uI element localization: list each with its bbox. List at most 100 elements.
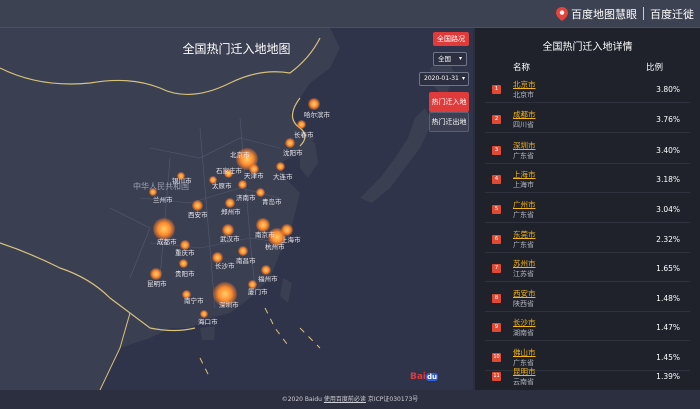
copyright-text: ©2020 Baidu bbox=[281, 396, 322, 403]
city-label: 南昌市 bbox=[236, 257, 256, 265]
city-link[interactable]: 成都市 bbox=[513, 109, 536, 120]
brand-secondary: 百度迁徙 bbox=[650, 7, 694, 21]
city-label: 长沙市 bbox=[215, 262, 235, 270]
hot-inbound-button[interactable]: 热门迁入地 bbox=[429, 92, 469, 112]
icp-text: 京ICP证030173号 bbox=[367, 396, 419, 403]
rank-badge: 5 bbox=[492, 205, 501, 214]
rank-badge: 1 bbox=[492, 85, 501, 94]
migration-map[interactable]: 全国热门迁入地地图 中华人民共和国 哈尔滨市 长春市 沈阳市 北京市 天津市 大… bbox=[0, 28, 473, 390]
table-row[interactable]: 1 北京市 北京市 3.80% bbox=[485, 77, 690, 103]
column-header-ratio: 比例 bbox=[646, 63, 664, 73]
column-header-name: 名称 bbox=[513, 63, 531, 73]
city-link[interactable]: 苏州市 bbox=[513, 258, 536, 269]
province-text: 湖南省 bbox=[513, 329, 534, 337]
rank-badge: 3 bbox=[492, 146, 501, 155]
province-text: 江苏省 bbox=[513, 270, 534, 278]
city-dot[interactable] bbox=[276, 162, 285, 171]
ratio-value: 1.47% bbox=[656, 323, 680, 332]
table-row[interactable]: 7 苏州市 江苏省 1.65% bbox=[485, 256, 690, 282]
city-dot[interactable] bbox=[179, 259, 188, 268]
rank-badge: 7 bbox=[492, 264, 501, 273]
city-label: 重庆市 bbox=[175, 249, 195, 257]
table-row[interactable]: 2 成都市 四川省 3.76% bbox=[485, 107, 690, 133]
top-bar: 百度地图慧眼 百度迁徙 bbox=[0, 0, 700, 28]
ratio-value: 1.39% bbox=[656, 372, 680, 381]
rank-badge: 8 bbox=[492, 294, 501, 303]
table-row[interactable]: 11 昆明市 云南省 1.39% bbox=[485, 364, 690, 389]
city-label: 福州市 bbox=[258, 275, 278, 283]
region-select[interactable]: 全国 ▾ bbox=[433, 52, 467, 66]
city-label: 昆明市 bbox=[147, 280, 167, 288]
city-label: 南京市 bbox=[255, 231, 275, 239]
city-label: 天津市 bbox=[244, 172, 264, 180]
table-row[interactable]: 9 长沙市 湖南省 1.47% bbox=[485, 315, 690, 341]
city-dot[interactable] bbox=[297, 120, 306, 129]
table-row[interactable]: 3 深圳市 广东省 3.40% bbox=[485, 138, 690, 164]
city-label: 杭州市 bbox=[265, 243, 285, 251]
city-label: 西安市 bbox=[188, 211, 208, 219]
city-label: 南宁市 bbox=[184, 297, 204, 305]
rank-badge: 6 bbox=[492, 235, 501, 244]
province-text: 广东省 bbox=[513, 211, 534, 219]
ratio-value: 3.04% bbox=[656, 205, 680, 214]
city-label: 北京市 bbox=[230, 151, 250, 159]
date-select[interactable]: 2020-01-31 ▾ bbox=[419, 72, 469, 86]
city-label: 青岛市 bbox=[262, 198, 282, 206]
hot-outbound-button[interactable]: 热门迁出地 bbox=[429, 112, 469, 132]
detail-panel: 全国热门迁入地详情 名称 比例 1 北京市 北京市 3.80% 2 成都市 四川… bbox=[475, 28, 700, 390]
map-pin-icon bbox=[556, 6, 568, 21]
city-link[interactable]: 北京市 bbox=[513, 79, 536, 90]
ratio-value: 3.76% bbox=[656, 115, 680, 124]
city-link[interactable]: 佛山市 bbox=[513, 347, 536, 358]
rank-badge: 2 bbox=[492, 115, 501, 124]
city-link[interactable]: 广州市 bbox=[513, 199, 536, 210]
city-link[interactable]: 深圳市 bbox=[513, 140, 536, 151]
table-row[interactable]: 5 广州市 广东省 3.04% bbox=[485, 197, 690, 223]
brand-divider bbox=[643, 7, 644, 20]
city-label: 武汉市 bbox=[220, 235, 240, 243]
province-text: 陕西省 bbox=[513, 300, 534, 308]
province-text: 北京市 bbox=[513, 91, 534, 99]
province-text: 云南省 bbox=[513, 378, 534, 386]
city-link[interactable]: 上海市 bbox=[513, 169, 536, 180]
national-toggle-button[interactable]: 全国路况 bbox=[433, 32, 469, 46]
brand-primary: 百度地图慧眼 bbox=[571, 7, 637, 21]
table-row[interactable]: 4 上海市 上海市 3.18% bbox=[485, 167, 690, 193]
city-link[interactable]: 长沙市 bbox=[513, 317, 536, 328]
city-label: 兰州市 bbox=[153, 196, 173, 204]
city-link[interactable]: 昆明市 bbox=[513, 366, 536, 377]
ratio-value: 1.45% bbox=[656, 353, 680, 362]
city-label: 太原市 bbox=[212, 182, 232, 190]
rank-badge: 11 bbox=[492, 372, 501, 381]
baidu-logo: Baidu bbox=[410, 372, 439, 382]
ratio-value: 1.48% bbox=[656, 294, 680, 303]
city-label: 厦门市 bbox=[248, 288, 268, 296]
city-label: 哈尔滨市 bbox=[304, 111, 330, 119]
ratio-value: 3.80% bbox=[656, 85, 680, 94]
table-row[interactable]: 6 东莞市 广东省 2.32% bbox=[485, 227, 690, 253]
city-label: 沈阳市 bbox=[283, 149, 303, 157]
panel-title: 全国热门迁入地详情 bbox=[542, 42, 633, 53]
ratio-value: 3.18% bbox=[656, 175, 680, 184]
ratio-value: 3.40% bbox=[656, 146, 680, 155]
city-label: 成都市 bbox=[157, 238, 177, 246]
city-label: 大连市 bbox=[273, 173, 293, 181]
brand[interactable]: 百度地图慧眼 百度迁徙 bbox=[556, 4, 694, 23]
map-title: 全国热门迁入地地图 bbox=[182, 42, 291, 56]
ratio-value: 2.32% bbox=[656, 235, 680, 244]
table-row[interactable]: 8 西安市 陕西省 1.48% bbox=[485, 286, 690, 312]
city-link[interactable]: 西安市 bbox=[513, 288, 536, 299]
province-text: 广东省 bbox=[513, 241, 534, 249]
city-label: 银川市 bbox=[172, 177, 192, 185]
terms-link[interactable]: 使用百度前必读 bbox=[324, 396, 366, 403]
footer: ©2020 Baidu 使用百度前必读 京ICP证030173号 bbox=[0, 390, 700, 409]
city-label: 郑州市 bbox=[221, 208, 241, 216]
city-link[interactable]: 东莞市 bbox=[513, 229, 536, 240]
city-label: 长春市 bbox=[294, 131, 314, 139]
city-dot[interactable] bbox=[238, 180, 247, 189]
region-select-value: 全国 bbox=[438, 55, 451, 63]
rank-badge: 10 bbox=[492, 353, 501, 362]
city-label: 深圳市 bbox=[219, 301, 239, 309]
province-text: 上海市 bbox=[513, 181, 534, 189]
city-label: 海口市 bbox=[198, 318, 218, 326]
